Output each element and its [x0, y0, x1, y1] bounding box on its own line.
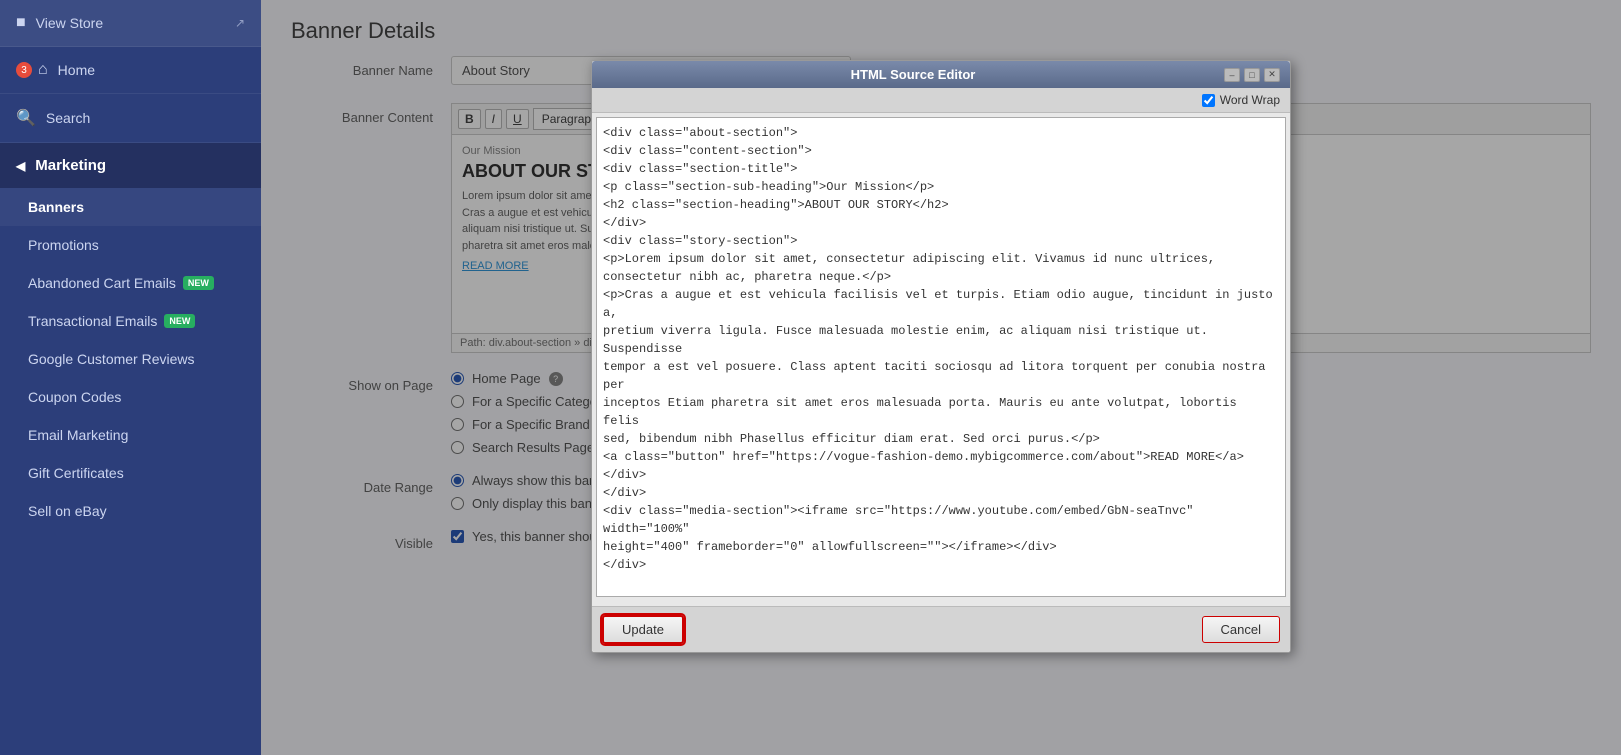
home-icon: ⌂ — [38, 61, 48, 79]
marketing-label: Marketing — [35, 157, 106, 174]
gift-certificates-label: Gift Certificates — [28, 465, 124, 481]
home-label: Home — [58, 62, 95, 78]
modal-toolbar: Word Wrap — [592, 88, 1290, 113]
modal-overlay: HTML Source Editor – □ ✕ Word Wrap <div … — [261, 0, 1621, 755]
modal-controls: – □ ✕ — [1224, 68, 1280, 82]
sidebar-item-search[interactable]: 🔍 Search — [0, 94, 261, 143]
cancel-button[interactable]: Cancel — [1202, 616, 1280, 643]
modal-footer: Update Cancel — [592, 606, 1290, 652]
marketing-section-header[interactable]: ◀ Marketing — [0, 143, 261, 188]
sidebar-item-email-marketing[interactable]: Email Marketing — [0, 416, 261, 454]
transactional-emails-label: Transactional Emails — [28, 313, 157, 329]
transactional-emails-new-badge: NEW — [164, 314, 195, 328]
sidebar-item-transactional-emails[interactable]: Transactional Emails NEW — [0, 302, 261, 340]
sidebar-item-promotions[interactable]: Promotions — [0, 226, 261, 264]
banners-label: Banners — [28, 199, 84, 215]
word-wrap-label[interactable]: Word Wrap — [1202, 93, 1280, 107]
abandoned-cart-label: Abandoned Cart Emails — [28, 275, 176, 291]
modal-close-button[interactable]: ✕ — [1264, 68, 1280, 82]
view-store-label: View Store — [36, 15, 103, 31]
word-wrap-text: Word Wrap — [1220, 93, 1280, 107]
chevron-left-icon: ◀ — [16, 159, 25, 173]
sidebar-item-home[interactable]: 3 ⌂ Home — [0, 47, 261, 94]
modal-header: HTML Source Editor – □ ✕ — [592, 61, 1290, 88]
main-content: Banner Details Banner Name Banner Conten… — [261, 0, 1621, 755]
search-label: Search — [46, 110, 90, 126]
sidebar-item-coupon-codes[interactable]: Coupon Codes — [0, 378, 261, 416]
sidebar-item-banners[interactable]: Banners — [0, 188, 261, 226]
modal-minimize-button[interactable]: – — [1224, 68, 1240, 82]
word-wrap-checkbox[interactable] — [1202, 94, 1215, 107]
modal-maximize-button[interactable]: □ — [1244, 68, 1260, 82]
sidebar-item-google-reviews[interactable]: Google Customer Reviews — [0, 340, 261, 378]
sidebar: ■ View Store ↗ 3 ⌂ Home 🔍 Search ◀ Marke… — [0, 0, 261, 755]
html-source-editor-modal: HTML Source Editor – □ ✕ Word Wrap <div … — [591, 60, 1291, 653]
store-icon: ■ — [16, 14, 26, 32]
modal-title: HTML Source Editor — [602, 67, 1224, 82]
sidebar-item-abandoned-cart[interactable]: Abandoned Cart Emails NEW — [0, 264, 261, 302]
search-icon: 🔍 — [16, 108, 36, 128]
html-editor-textarea[interactable]: <div class="about-section"> <div class="… — [596, 117, 1286, 597]
sidebar-item-view-store[interactable]: ■ View Store ↗ — [0, 0, 261, 47]
external-link-icon: ↗ — [235, 16, 245, 30]
sell-on-ebay-label: Sell on eBay — [28, 503, 107, 519]
home-badge: 3 — [16, 62, 32, 78]
modal-body: <div class="about-section"> <div class="… — [592, 113, 1290, 606]
email-marketing-label: Email Marketing — [28, 427, 128, 443]
sidebar-item-gift-certificates[interactable]: Gift Certificates — [0, 454, 261, 492]
google-reviews-label: Google Customer Reviews — [28, 351, 195, 367]
sidebar-item-sell-on-ebay[interactable]: Sell on eBay — [0, 492, 261, 530]
update-button[interactable]: Update — [602, 615, 684, 644]
promotions-label: Promotions — [28, 237, 99, 253]
abandoned-cart-new-badge: NEW — [183, 276, 214, 290]
coupon-codes-label: Coupon Codes — [28, 389, 121, 405]
